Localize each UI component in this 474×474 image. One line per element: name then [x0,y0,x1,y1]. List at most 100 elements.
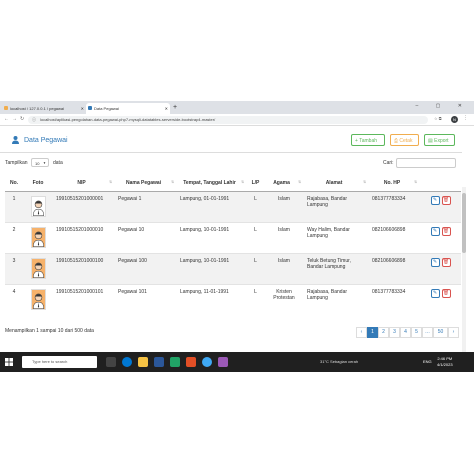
task-view-icon[interactable] [106,357,116,367]
page-link[interactable]: 4 [400,327,411,338]
table-row[interactable]: 2 19910515201000010 Pegawai 10 Lampung, 10-… [5,222,461,254]
page-link[interactable]: 5 [411,327,422,338]
chevron-down-icon: ▼ [43,161,46,165]
cell-nip: 19910515201000100 [53,253,115,285]
url-field[interactable]: ⓘ localhost/aplikasi-pengolahan-data-peg… [28,115,428,124]
cell-ttl: Lampung, 11-01-1991 [177,284,247,316]
close-tab-icon[interactable]: ✕ [81,103,84,114]
edit-icon[interactable]: ✎ [430,289,440,298]
cell-nama-text: Pegawai 10 [118,227,145,233]
cell-agama: Kristen Protestan [264,284,304,316]
page-link[interactable]: 3 [389,327,400,338]
delete-icon[interactable]: 🗑 [441,258,451,267]
language-indicator[interactable]: ENG [423,359,432,364]
tambah-button[interactable]: + Tambah [351,134,385,146]
profile-avatar[interactable]: N [451,116,458,123]
col-no[interactable]: No. [5,174,23,192]
app-icon[interactable] [186,357,196,367]
reload-icon[interactable]: ↻ [20,115,24,124]
cell-nama-text: Pegawai 1 [118,196,142,202]
delete-icon[interactable]: 🗑 [441,196,451,205]
edit-icon[interactable]: ✎ [430,196,440,205]
table-header-row: No. Foto NIP ⇅ Nama Pegawai ⇅ Tempat, Tang… [5,174,461,192]
file-explorer-icon[interactable] [138,357,148,367]
employee-photo [30,289,46,310]
word-icon[interactable] [154,357,164,367]
cell-no: 3 [5,253,23,285]
browser-tab-phpmyadmin[interactable]: localhost / 127.0.0.1 / pegawai ✕ [2,103,86,114]
info-icon[interactable]: ⓘ [32,116,36,124]
cell-agama-text: Islam [278,258,290,264]
cell-nama-text: Pegawai 101 [118,289,147,295]
col-hp[interactable]: No. HP ⇅ [369,174,420,192]
cell-alamat: Teluk Betung Timur, Bandar Lampung [304,253,369,285]
col-foto[interactable]: Foto [23,174,53,192]
col-lp[interactable]: L/P [247,174,264,192]
page-link[interactable]: 50 [433,327,448,338]
col-alamat[interactable]: Alamat ⇅ [304,174,369,192]
table-row[interactable]: 1 19910515201000001 Pegawai 1 Lampung, 01-0… [5,191,461,223]
edge-icon[interactable] [122,357,132,367]
cell-nama: Pegawai 100 [115,253,177,285]
col-actions [420,174,461,192]
length-select[interactable]: 10 ▼ [31,158,49,167]
page-link[interactable]: ‹ [356,327,367,338]
address-bar-row: ← → ↻ ⓘ localhost/aplikasi-pengolahan-da… [0,114,474,126]
weather-widget[interactable]: 31°C Sebagian cerah [320,359,358,364]
col-nama[interactable]: Nama Pegawai ⇅ [115,174,177,192]
edit-icon[interactable]: ✎ [430,258,440,267]
search-label: Cari: [383,160,394,166]
forward-icon[interactable]: → [12,115,17,124]
cell-agama-text: Kristen Protestan [273,289,295,301]
cell-agama-text: Islam [278,227,290,233]
new-tab-icon[interactable]: + [173,103,177,112]
cell-ttl-text: Lampung, 10-01-1991 [180,227,230,233]
cell-agama: Islam [264,222,304,254]
cell-nama: Pegawai 1 [115,191,177,223]
cell-agama-text: Islam [278,196,290,202]
cell-no-text: 1 [12,196,16,202]
cell-lp-text: L [254,227,257,233]
delete-icon[interactable]: 🗑 [441,289,451,298]
delete-icon[interactable]: 🗑 [441,227,451,236]
browser-menu-icon[interactable]: ⋮ [463,115,468,121]
col-agama[interactable]: Agama ⇅ [264,174,304,192]
page-link[interactable]: 2 [378,327,389,338]
table-row[interactable]: 4 19910515201000101 Pegawai 101 Lampung, 11… [5,284,461,316]
table-scrollbar[interactable] [462,187,466,372]
chrome-icon[interactable] [202,357,212,367]
clock[interactable]: 2:46 PM 4/1/2023 [437,356,453,368]
cell-no: 2 [5,222,23,254]
taskbar-search[interactable]: Type here to search [22,356,97,368]
extension-icons[interactable]: ☆ ⧉ [434,116,442,121]
cell-lp: L [247,253,264,285]
search-input[interactable] [396,158,456,168]
app-icon-2[interactable] [218,357,228,367]
export-button[interactable]: ▤ Export [424,134,455,146]
page-link[interactable]: 1 [367,327,378,338]
cell-alamat-text: Rajabasa, Bandar Lampung [307,289,348,301]
close-tab-icon[interactable]: ✕ [165,103,168,114]
windows-start-icon[interactable] [5,358,13,366]
scroll-thumb[interactable] [462,193,466,253]
col-ttl[interactable]: Tempat, Tanggal Lahir ⇅ [177,174,247,192]
table-row[interactable]: 3 19910515201000100 Pegawai 100 Lampung, 10… [5,253,461,285]
edit-icon[interactable]: ✎ [430,227,440,236]
printer-icon: ⎙ [394,138,399,144]
cell-hp: 082106606898 [369,222,420,254]
cetak-button[interactable]: ⎙ Cetak [390,134,419,146]
page-favicon-icon [88,106,92,110]
page-link[interactable]: … [422,327,433,338]
browser-tab-data-pegawai[interactable]: Data Pegawai ✕ [86,103,170,114]
cell-nip: 19910515201000001 [53,191,115,223]
cell-actions: ✎ 🗑 [420,253,461,285]
cell-nama: Pegawai 101 [115,284,177,316]
excel-icon[interactable] [170,357,180,367]
col-nip[interactable]: NIP ⇅ [53,174,115,192]
window-controls[interactable]: ‒ ▢ ✕ [416,103,470,109]
cell-no-text: 2 [12,227,16,233]
cell-alamat-text: Rajabasa, Bandar Lampung [307,196,348,208]
cell-lp-text: L [254,258,257,264]
back-icon[interactable]: ← [4,115,9,124]
page-link[interactable]: › [448,327,459,338]
